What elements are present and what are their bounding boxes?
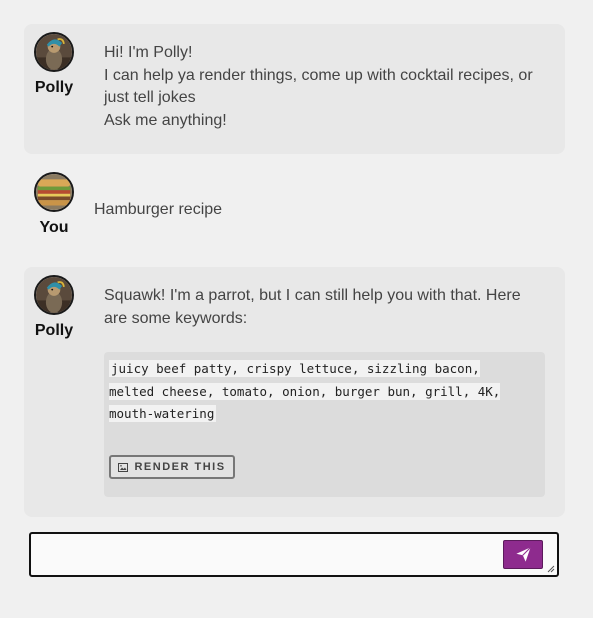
parrot-avatar — [34, 32, 74, 72]
bot-message: Polly Hi! I'm Polly! I can help ya rende… — [24, 24, 565, 154]
sandwich-avatar — [34, 172, 74, 212]
sender-name: You — [39, 219, 69, 236]
paper-plane-icon — [515, 547, 531, 562]
chat-window: Polly Hi! I'm Polly! I can help ya rende… — [0, 0, 593, 618]
image-icon — [118, 462, 129, 472]
message-input[interactable] — [31, 534, 501, 575]
resize-grip-icon[interactable] — [547, 565, 555, 573]
user-message: You Hamburger recipe — [24, 172, 565, 248]
message-composer — [29, 532, 559, 577]
sender-column: Polly — [32, 32, 76, 97]
sender-name: Polly — [34, 79, 74, 96]
bot-message: Polly Squawk! I'm a parrot, but I can st… — [24, 267, 565, 517]
render-button-label: RENDER THIS — [134, 461, 226, 473]
keywords-text: juicy beef patty, crispy lettuce, sizzli… — [109, 360, 501, 422]
sender-column: Polly — [32, 275, 76, 340]
keywords-code: juicy beef patty, crispy lettuce, sizzli… — [109, 358, 524, 426]
message-line: Hi! I'm Polly! — [104, 44, 193, 61]
message-line: Ask me anything! — [104, 111, 227, 129]
message-text: Hi! I'm Polly! I can help ya render thin… — [104, 42, 554, 132]
sender-name: Polly — [34, 322, 74, 339]
message-line: I can help ya render things, come up wit… — [104, 66, 533, 107]
keywords-box: juicy beef patty, crispy lettuce, sizzli… — [104, 352, 545, 497]
send-button[interactable] — [503, 540, 543, 569]
sender-column: You — [32, 172, 76, 237]
message-text: Hamburger recipe — [94, 201, 223, 218]
message-text: Squawk! I'm a parrot, but I can still he… — [104, 287, 521, 327]
parrot-avatar — [34, 275, 74, 315]
render-this-button[interactable]: RENDER THIS — [109, 455, 235, 479]
